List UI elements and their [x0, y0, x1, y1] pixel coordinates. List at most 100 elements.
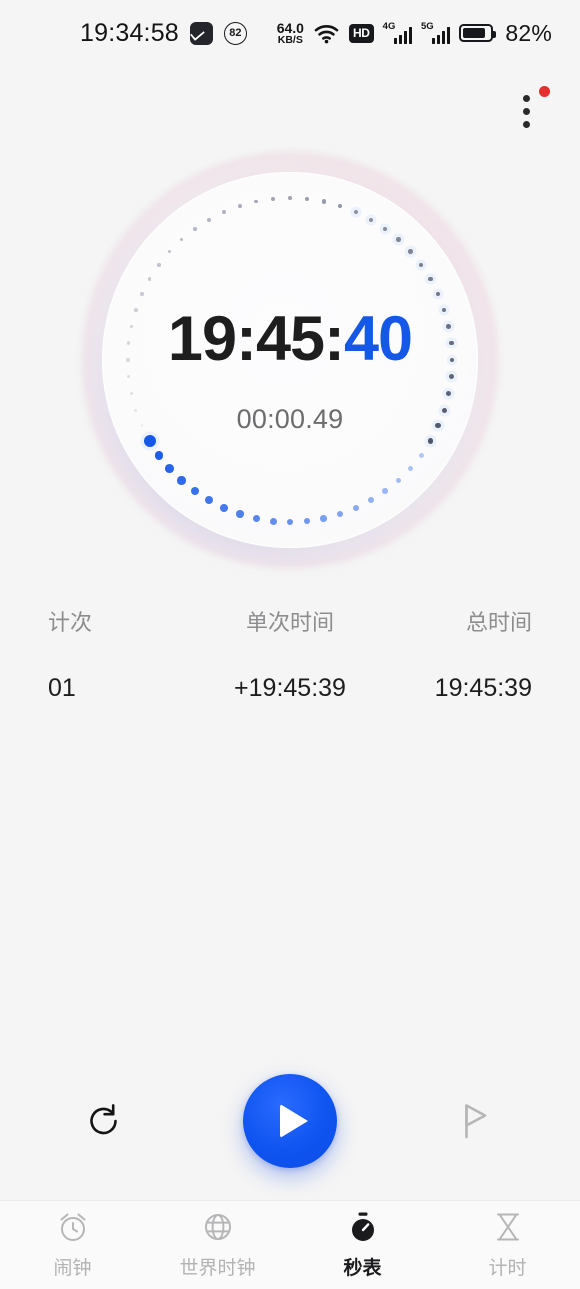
- sim2-bars: [432, 27, 451, 44]
- lap-column-total: 总时间: [465, 610, 532, 635]
- dial-tick-dot: [177, 476, 186, 485]
- dial-tick-dot: [336, 510, 344, 518]
- dial-tick-dot: [445, 391, 451, 397]
- sim1-signal-icon: 4G: [383, 21, 413, 44]
- hd-label: HD: [352, 26, 370, 40]
- status-bar-left: 19:34:58 82: [80, 0, 247, 66]
- nav-label-world-clock: 世界时钟: [179, 1258, 256, 1279]
- lap-table: 计次 单次时间 总时间 01 +19:45:39 19:45:39: [0, 596, 580, 716]
- battery-percent-label: 82%: [505, 19, 552, 46]
- dial-tick-dot: [408, 249, 413, 254]
- lap-split-value: +19:45:39: [234, 673, 346, 702]
- dial-tick-dot: [205, 496, 213, 505]
- dial-tick-dot: [143, 435, 156, 447]
- dial-tick-dot: [395, 477, 402, 484]
- dial-tick-dot: [321, 199, 326, 204]
- dial-tick-dot: [154, 450, 164, 460]
- dial-tick-dot: [353, 209, 358, 215]
- dial-tick-dot: [382, 488, 389, 494]
- menu-dot-icon: [522, 94, 530, 102]
- reset-slot: [0, 1089, 210, 1153]
- stopwatch-icon: [346, 1210, 380, 1244]
- stopwatch-sub-time: 00:00.49: [236, 404, 344, 434]
- dial-tick-dot: [220, 504, 228, 512]
- start-slot: [210, 1074, 370, 1168]
- nav-label-alarm: 闹钟: [53, 1258, 92, 1279]
- reset-button[interactable]: [73, 1089, 137, 1153]
- dial-tick-dot: [236, 510, 244, 518]
- dial-tick-dot: [157, 263, 161, 267]
- dial-tick-dot: [288, 196, 292, 200]
- sim1-bars: [393, 27, 413, 44]
- dial-tick-dot: [303, 517, 311, 525]
- status-bar-clock: 19:34:58: [80, 18, 179, 47]
- stopwatch-dial[interactable]: 19:45:40 00:00.49: [82, 152, 498, 568]
- dial-tick-dot: [252, 514, 260, 523]
- alarm-clock-icon: [56, 1210, 90, 1244]
- dial-tick-dot: [383, 226, 388, 232]
- refresh-icon: [90, 1104, 117, 1135]
- dial-tick-dot: [148, 277, 152, 281]
- dial-tick-dot: [192, 227, 197, 231]
- start-button[interactable]: [243, 1074, 337, 1168]
- nav-item-alarm[interactable]: 闹钟: [0, 1210, 145, 1280]
- dial-tick-dot: [448, 374, 454, 380]
- dial-tick-dot: [254, 199, 259, 204]
- step-badge-icon: 82: [223, 21, 247, 45]
- status-bar-right: 64.0 KB/S HD 4G 5G 82%: [277, 0, 552, 66]
- dial-tick-dot: [190, 486, 199, 496]
- lap-column-index: 计次: [48, 610, 93, 635]
- nav-label-stopwatch: 秒表: [343, 1258, 382, 1279]
- dial-tick-dot: [407, 465, 413, 471]
- nav-item-world-clock[interactable]: 世界时钟: [145, 1210, 290, 1280]
- wifi-icon: [313, 22, 340, 44]
- network-speed-value: 64.0: [276, 19, 304, 36]
- nav-item-timer[interactable]: 计时: [435, 1210, 580, 1280]
- dial-tick-dot: [352, 504, 359, 511]
- dial-tick-dot: [427, 438, 433, 444]
- status-bar: 19:34:58 82 64.0 KB/S HD 4G 5G 82%: [0, 0, 580, 66]
- play-icon: [280, 1104, 308, 1138]
- stopwatch-time-hms: 19:45:: [167, 304, 345, 374]
- dial-tick-dot: [368, 497, 374, 504]
- menu-dot-icon: [522, 107, 530, 115]
- dial-tick-dot: [238, 204, 242, 208]
- dial-tick-dot: [396, 237, 401, 242]
- lap-button[interactable]: [443, 1089, 507, 1153]
- dial-tick-dot: [140, 292, 144, 296]
- dial-tick-dot: [418, 262, 424, 268]
- watch-icon: [189, 21, 213, 45]
- globe-icon: [201, 1210, 235, 1244]
- bottom-navigation: 闹钟 世界时钟 秒表 计时: [0, 1200, 580, 1289]
- lap-index-value: 01: [48, 673, 76, 702]
- dial-tick-dot: [368, 217, 374, 222]
- dial-tick-dot: [127, 375, 131, 379]
- lap-slot: [370, 1089, 580, 1153]
- sim2-network-gen: 5G: [421, 21, 434, 32]
- dial-tick-dot: [418, 452, 424, 458]
- menu-dot-icon: [522, 120, 530, 128]
- dial-tick-dot: [269, 517, 277, 525]
- hourglass-icon: [491, 1210, 525, 1244]
- dial-tick-dot: [304, 196, 309, 201]
- dial-tick-dot: [435, 291, 441, 297]
- dial-tick-dot: [286, 518, 294, 526]
- network-speed-unit: KB/S: [277, 33, 303, 46]
- dial-tick-dot: [427, 276, 433, 282]
- dial-tick-dot: [222, 210, 226, 214]
- flag-icon: [465, 1104, 487, 1139]
- dial-tick-dot: [271, 196, 276, 201]
- nav-label-timer: 计时: [488, 1258, 527, 1279]
- dial-tick-dot: [165, 464, 174, 473]
- table-row: 01 +19:45:39 19:45:39: [0, 660, 580, 716]
- notification-badge: [539, 86, 550, 97]
- battery-icon: [459, 24, 497, 42]
- nav-item-stopwatch[interactable]: 秒表: [290, 1210, 435, 1280]
- sim2-signal-icon: 5G: [421, 21, 451, 44]
- lap-total-value: 19:45:39: [434, 673, 532, 702]
- dial-tick-dot: [207, 217, 211, 222]
- stopwatch-main-time: 19:45:40: [82, 308, 498, 371]
- dial-tick-dot: [337, 203, 343, 208]
- dial-tick-dot: [130, 392, 134, 396]
- hd-voice-icon: HD: [348, 23, 374, 43]
